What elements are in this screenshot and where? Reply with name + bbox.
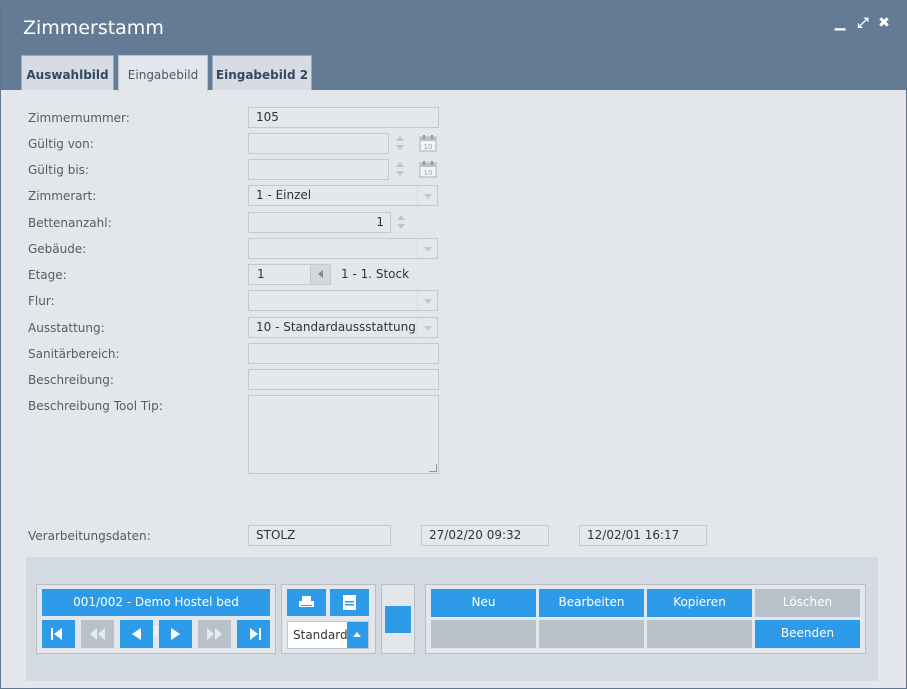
fast-back-icon xyxy=(90,628,105,640)
bettenanzahl-field[interactable]: 1 xyxy=(248,212,391,233)
tab-eingabebild-2[interactable]: Eingabebild 2 xyxy=(212,55,312,90)
record-indicator[interactable]: 001/002 - Demo Hostel bed categories xyxy=(42,589,270,636)
ausstattung-value: 10 - Standardaussstattung xyxy=(256,320,416,334)
ausstattung-select[interactable]: 10 - Standardaussstattung xyxy=(248,317,438,338)
verarbeitungsdaten-label: Verarbeitungsdaten: xyxy=(28,529,151,543)
maximize-icon[interactable]: ⤢ xyxy=(856,15,870,31)
gebaeude-label: Gebäude: xyxy=(28,242,87,256)
chevron-down-icon[interactable] xyxy=(417,318,437,337)
print-button[interactable] xyxy=(287,589,326,616)
zimmerart-select[interactable]: 1 - Einzel xyxy=(248,185,438,206)
calendar-icon[interactable]: 10 xyxy=(419,134,437,152)
etage-field[interactable]: 1 xyxy=(248,264,331,285)
gueltig-von-label: Gültig von: xyxy=(28,137,94,151)
chevron-left-icon[interactable] xyxy=(310,265,330,284)
ausstattung-label: Ausstattung: xyxy=(28,321,105,335)
kopieren-button[interactable]: Kopieren xyxy=(647,589,752,617)
previous-record-button[interactable] xyxy=(120,620,153,648)
empty-action-button xyxy=(539,620,644,648)
zimmernummer-label: Zimmernummer: xyxy=(28,111,130,125)
next-icon xyxy=(171,628,180,640)
next-record-button[interactable] xyxy=(159,620,192,648)
neu-button[interactable]: Neu xyxy=(431,589,536,617)
verarbeitung-user: STOLZ xyxy=(248,525,391,546)
printer-icon xyxy=(299,596,314,607)
title-bar: Zimmerstamm ▁ ⤢ ✖ Auswahlbild Eingabebil… xyxy=(1,1,906,91)
sanitaerbereich-label: Sanitärbereich: xyxy=(28,347,120,361)
flur-label: Flur: xyxy=(28,294,55,308)
gueltig-bis-field[interactable] xyxy=(248,159,389,180)
close-icon[interactable]: ✖ xyxy=(877,15,891,31)
zimmerart-label: Zimmerart: xyxy=(28,189,97,203)
document-icon xyxy=(343,595,356,610)
gebaeude-select[interactable] xyxy=(248,238,438,259)
svg-text:10: 10 xyxy=(424,143,433,151)
verarbeitung-created: 12/02/01 16:17 xyxy=(579,525,707,546)
fast-forward-icon xyxy=(207,628,222,640)
first-record-button[interactable] xyxy=(42,620,75,648)
beschreibung-field[interactable] xyxy=(248,369,439,390)
svg-text:10: 10 xyxy=(424,169,433,177)
sanitaerbereich-field[interactable] xyxy=(248,343,439,364)
loeschen-button: Löschen xyxy=(755,589,860,617)
zimmerart-value: 1 - Einzel xyxy=(256,188,312,202)
bettenanzahl-spinner[interactable] xyxy=(393,212,409,233)
tab-auswahlbild[interactable]: Auswahlbild xyxy=(21,55,114,90)
minimize-icon[interactable]: ▁ xyxy=(833,15,847,31)
chevron-down-icon[interactable] xyxy=(417,291,437,310)
chevron-up-icon[interactable] xyxy=(347,622,368,648)
etage-value: 1 xyxy=(257,267,265,281)
empty-action-button xyxy=(431,620,536,648)
status-button[interactable] xyxy=(385,606,411,633)
resize-handle-icon[interactable] xyxy=(429,464,437,472)
bearbeiten-button[interactable]: Bearbeiten xyxy=(539,589,644,617)
flur-select[interactable] xyxy=(248,290,438,311)
calendar-icon[interactable]: 10 xyxy=(419,160,437,178)
beschreibung-tooltip-textarea[interactable] xyxy=(248,395,439,474)
chevron-down-icon[interactable] xyxy=(417,186,437,205)
window-title: Zimmerstamm xyxy=(23,17,164,39)
beenden-button[interactable]: Beenden xyxy=(755,620,860,648)
chevron-down-icon[interactable] xyxy=(417,239,437,258)
tab-eingabebild[interactable]: Eingabebild xyxy=(118,55,208,91)
last-icon xyxy=(250,628,261,640)
beschreibung-label: Beschreibung: xyxy=(28,373,114,387)
first-icon xyxy=(51,628,62,640)
zimmernummer-field[interactable]: 105 xyxy=(248,107,439,128)
empty-action-button xyxy=(647,620,752,648)
etage-description: 1 - 1. Stock xyxy=(341,267,410,281)
verarbeitung-changed: 27/02/20 09:32 xyxy=(421,525,549,546)
fast-back-button xyxy=(81,620,114,648)
print-layout-value: Standardli xyxy=(293,628,355,642)
gueltig-von-field[interactable] xyxy=(248,133,389,154)
etage-label: Etage: xyxy=(28,268,67,282)
previous-icon xyxy=(132,628,141,640)
gueltig-von-spinner[interactable] xyxy=(392,133,408,154)
bettenanzahl-label: Bettenanzahl: xyxy=(28,216,112,230)
gueltig-bis-spinner[interactable] xyxy=(392,159,408,180)
fast-forward-button xyxy=(198,620,231,648)
print-layout-select[interactable]: Standardli xyxy=(287,621,369,649)
beschreibung-tooltip-label: Beschreibung Tool Tip: xyxy=(28,399,163,413)
last-record-button[interactable] xyxy=(237,620,270,648)
export-button[interactable] xyxy=(330,589,369,616)
gueltig-bis-label: Gültig bis: xyxy=(28,163,89,177)
zimmerstamm-window: Zimmerstamm ▁ ⤢ ✖ Auswahlbild Eingabebil… xyxy=(0,0,907,689)
